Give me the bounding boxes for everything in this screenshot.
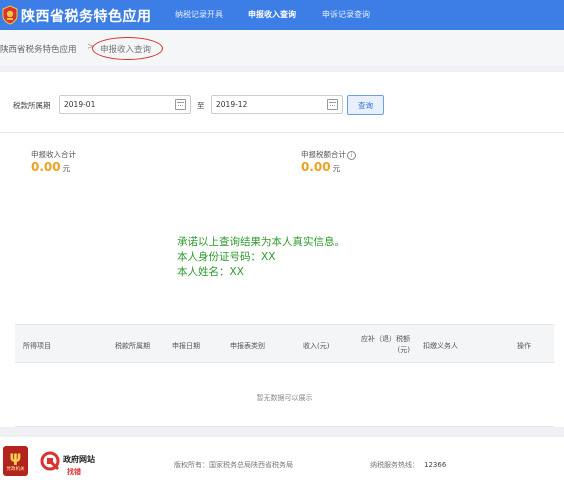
app-title: 陕西省税务特色应用: [21, 9, 152, 25]
income-total-label: 申报收入合计: [31, 150, 76, 159]
hotline-number: 12366: [424, 461, 447, 469]
column-header: 扣缴义务人: [423, 342, 458, 350]
service-hotline: 纳税服务热线： 12366: [370, 460, 446, 470]
divider: [0, 132, 564, 133]
period-label: 税款所属期: [13, 101, 51, 110]
tax-total-value: 0.00 元: [301, 160, 340, 174]
tax-total-amount: 0.00: [301, 160, 331, 174]
column-header: 所得项目: [23, 342, 51, 350]
empty-table-row: 暂无数据可以展示: [15, 363, 554, 427]
main-panel: 税款所属期 2019-01 至 2019-12 查询 申报收入合计 0.00 元 …: [0, 72, 564, 427]
gov-site-find-error[interactable]: 找错: [67, 467, 81, 477]
notice-line: 承诺以上查询结果为本人真实信息。: [177, 236, 345, 248]
end-date-value: 2019-12: [216, 100, 248, 109]
currency-unit: 元: [62, 164, 71, 173]
party-gov-badge[interactable]: ψ 党政机关: [3, 446, 28, 476]
start-date-picker[interactable]: 2019-01: [59, 95, 191, 114]
badge-text: 党政机关: [6, 467, 25, 472]
tax-total-label: 申报税额合计 i: [301, 149, 356, 160]
red-annotation-circle: [92, 37, 163, 60]
currency-unit: 元: [332, 164, 341, 173]
column-header: 收入(元): [303, 342, 330, 350]
gov-site-logo-icon[interactable]: [40, 451, 60, 471]
commitment-notice: 承诺以上查询结果为本人真实信息。 本人身份证号码：XX 本人姓名：XX: [177, 235, 345, 280]
query-button[interactable]: 查询: [347, 95, 384, 115]
hotline-label: 纳税服务热线：: [370, 461, 419, 469]
column-header: 申报表类别: [230, 342, 265, 350]
end-date-picker[interactable]: 2019-12: [211, 95, 343, 114]
nav-appeal-query[interactable]: 申诉记录查询: [322, 9, 370, 20]
to-label: 至: [197, 101, 205, 110]
footer: ψ 党政机关 政府网站 找错 版权所有：国家税务总局陕西省税务局 纳税服务热线：…: [0, 437, 564, 501]
tax-emblem-icon: [2, 5, 18, 25]
info-icon[interactable]: i: [347, 150, 356, 160]
gov-site-name[interactable]: 政府网站: [63, 454, 95, 465]
column-header: 操作: [517, 342, 531, 350]
column-header-line: (元): [397, 346, 410, 354]
notice-line: 本人姓名：XX: [177, 266, 244, 278]
column-header-line: 应补（退）税额: [361, 335, 410, 343]
tax-total-label-text: 申报税额合计: [301, 150, 346, 159]
breadcrumb-root[interactable]: 陕西省税务特色应用: [0, 43, 77, 55]
start-date-value: 2019-01: [64, 100, 96, 109]
column-header: 申报日期: [172, 342, 200, 350]
breadcrumb: 陕西省税务特色应用 > 申报收入查询: [0, 30, 564, 66]
income-total-value: 0.00 元: [31, 160, 70, 174]
column-header: 应补（退）税额 (元): [352, 334, 410, 356]
copyright-text: 版权所有：国家税务总局陕西省税务局: [174, 461, 293, 469]
calendar-icon[interactable]: [175, 99, 186, 110]
nav-income-query[interactable]: 申报收入查询: [248, 9, 296, 20]
notice-line: 本人身份证号码：XX: [177, 251, 276, 263]
nav-tax-record[interactable]: 纳税记录开具: [175, 9, 223, 20]
income-total-amount: 0.00: [31, 160, 61, 174]
calendar-icon[interactable]: [327, 99, 338, 110]
empty-state-text: 暂无数据可以展示: [256, 394, 313, 402]
table-header: 所得项目 税款所属期 申报日期 申报表类别 收入(元) 应补（退）税额 (元) …: [15, 324, 554, 363]
badge-glyph: ψ: [9, 448, 22, 466]
top-header: 陕西省税务特色应用 纳税记录开具 申报收入查询 申诉记录查询: [0, 0, 564, 30]
column-header: 税款所属期: [115, 342, 150, 350]
